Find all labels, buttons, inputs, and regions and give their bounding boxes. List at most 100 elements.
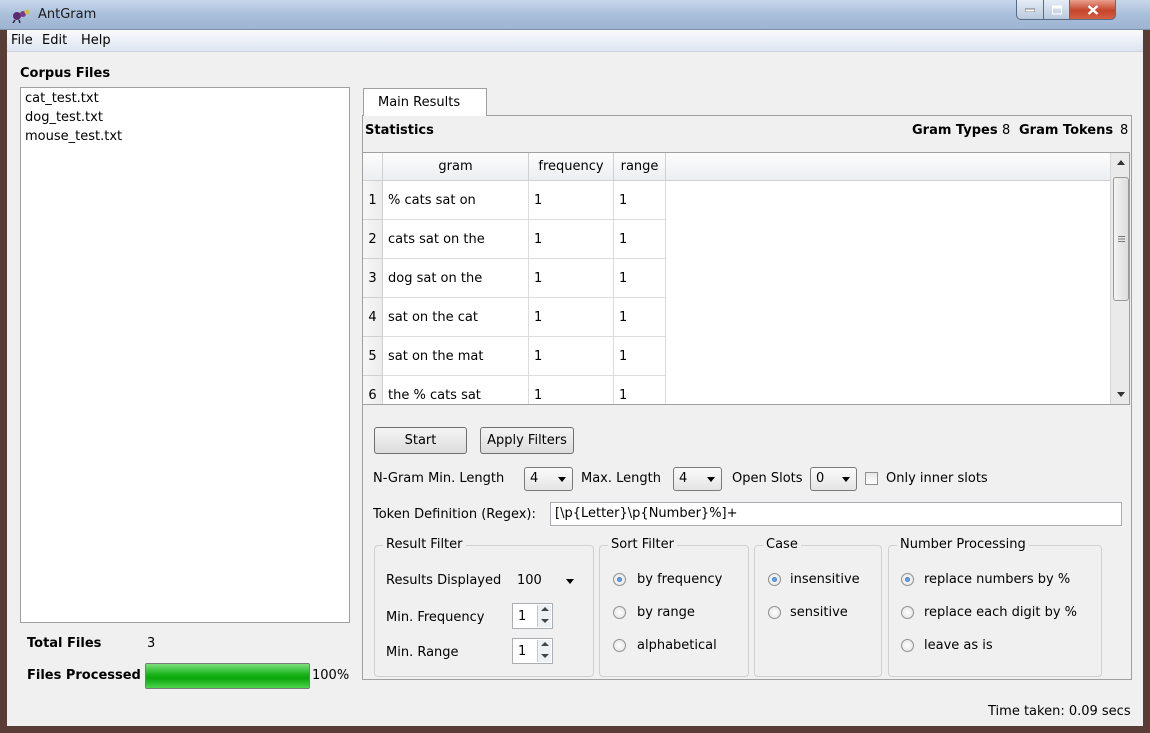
menu-bar: File Edit Help <box>7 30 1143 52</box>
cell-gram[interactable]: the % cats sat <box>383 376 529 404</box>
replace-numbers-label: replace numbers by % <box>924 572 1071 587</box>
cell-frequency[interactable]: 1 <box>529 259 614 298</box>
cell-frequency[interactable]: 1 <box>529 220 614 259</box>
open-slots-select[interactable]: 0 <box>810 467 857 491</box>
min-frequency-label: Min. Frequency <box>386 610 485 625</box>
menu-file[interactable]: File <box>11 33 33 48</box>
sort-alphabetical-radio[interactable] <box>613 639 626 652</box>
case-insensitive-radio[interactable] <box>768 573 781 586</box>
cell-gram[interactable]: cats sat on the <box>383 220 529 259</box>
results-displayed-select[interactable]: 100 <box>512 569 578 593</box>
scroll-down-icon[interactable] <box>1117 392 1125 397</box>
corpus-file-list[interactable]: cat_test.txt dog_test.txt mouse_test.txt <box>20 87 350 623</box>
start-button[interactable]: Start <box>374 427 467 454</box>
column-header-frequency[interactable]: frequency <box>529 153 614 181</box>
corpus-file-item[interactable]: dog_test.txt <box>25 110 103 125</box>
statistics-label: Statistics <box>365 123 434 138</box>
apply-filters-button[interactable]: Apply Filters <box>480 427 574 454</box>
cell-range[interactable]: 1 <box>614 220 666 259</box>
minimize-icon <box>1025 8 1035 12</box>
table-vertical-scrollbar[interactable] <box>1110 153 1129 404</box>
case-sensitive-label: sensitive <box>790 605 848 620</box>
result-filter-title: Result Filter <box>383 537 466 552</box>
close-button[interactable] <box>1069 0 1116 20</box>
case-insensitive-label: insensitive <box>790 572 860 587</box>
leave-as-is-radio[interactable] <box>901 639 914 652</box>
min-range-value: 1 <box>518 644 527 659</box>
table-corner <box>363 153 383 181</box>
cell-range[interactable]: 1 <box>614 337 666 376</box>
only-inner-slots-checkbox[interactable] <box>865 472 878 485</box>
row-number: 4 <box>363 298 383 337</box>
token-definition-input[interactable]: [\p{Letter}\p{Number}%]+ <box>550 502 1122 526</box>
app-window: AntGram File Edit Help Corpus Files cat_… <box>0 0 1150 733</box>
cell-gram[interactable]: % cats sat on <box>383 181 529 220</box>
cell-range[interactable]: 1 <box>614 376 666 404</box>
sort-by-frequency-label: by frequency <box>637 572 723 587</box>
cell-frequency[interactable]: 1 <box>529 337 614 376</box>
replace-each-digit-label: replace each digit by % <box>924 605 1078 620</box>
row-number: 3 <box>363 259 383 298</box>
cell-gram[interactable]: dog sat on the <box>383 259 529 298</box>
cell-frequency[interactable]: 1 <box>529 181 614 220</box>
cell-frequency[interactable]: 1 <box>529 298 614 337</box>
column-header-range[interactable]: range <box>614 153 666 181</box>
spinner-arrows-icon[interactable] <box>537 605 551 627</box>
menu-edit[interactable]: Edit <box>42 33 67 48</box>
row-number: 2 <box>363 220 383 259</box>
spinner-arrows-icon[interactable] <box>537 640 551 662</box>
chevron-down-icon <box>707 477 715 482</box>
title-bar[interactable]: AntGram <box>0 0 1150 30</box>
max-length-value: 4 <box>679 471 688 486</box>
case-title: Case <box>763 537 801 552</box>
results-displayed-value: 100 <box>517 573 542 588</box>
row-number: 5 <box>363 337 383 376</box>
cell-range[interactable]: 1 <box>614 259 666 298</box>
ngram-min-length-value: 4 <box>530 471 539 486</box>
open-slots-label: Open Slots <box>732 471 803 486</box>
corpus-files-heading: Corpus Files <box>20 66 111 81</box>
gram-tokens-label: Gram Tokens <box>1019 123 1114 138</box>
maximize-button[interactable] <box>1043 0 1070 20</box>
leave-as-is-label: leave as is <box>924 638 993 653</box>
results-table[interactable]: gram frequency range 1 % cats sat on 1 1… <box>362 152 1130 405</box>
ngram-min-length-label: N-Gram Min. Length <box>373 471 505 486</box>
corpus-file-item[interactable]: cat_test.txt <box>25 91 99 106</box>
token-definition-label: Token Definition (Regex): <box>373 507 536 522</box>
tab-main-results[interactable]: Main Results <box>363 88 487 116</box>
ngram-min-length-select[interactable]: 4 <box>524 467 573 491</box>
scrollbar-thumb[interactable] <box>1113 177 1129 301</box>
min-frequency-value: 1 <box>518 609 527 624</box>
chevron-down-icon <box>842 477 850 482</box>
case-sensitive-radio[interactable] <box>768 606 781 619</box>
cell-range[interactable]: 1 <box>614 181 666 220</box>
column-header-gram[interactable]: gram <box>383 153 529 181</box>
sort-by-range-radio[interactable] <box>613 606 626 619</box>
cell-gram[interactable]: sat on the mat <box>383 337 529 376</box>
menu-help[interactable]: Help <box>81 33 111 48</box>
column-header-filler <box>666 153 1110 181</box>
progress-percent-text: 100% <box>312 668 350 683</box>
min-range-label: Min. Range <box>386 645 459 660</box>
only-inner-slots-label: Only inner slots <box>886 471 988 486</box>
files-processed-label: Files Processed <box>27 668 141 683</box>
max-length-select[interactable]: 4 <box>673 467 722 491</box>
replace-numbers-radio[interactable] <box>901 573 914 586</box>
replace-each-digit-radio[interactable] <box>901 606 914 619</box>
cell-gram[interactable]: sat on the cat <box>383 298 529 337</box>
sort-by-frequency-radio[interactable] <box>613 573 626 586</box>
min-range-spinbox[interactable]: 1 <box>512 638 553 664</box>
gram-types-value: 8 <box>1002 123 1011 138</box>
ant-icon <box>12 9 30 23</box>
min-frequency-spinbox[interactable]: 1 <box>512 603 553 629</box>
scroll-up-icon[interactable] <box>1117 160 1125 165</box>
total-files-label: Total Files <box>27 636 102 651</box>
corpus-file-item[interactable]: mouse_test.txt <box>25 129 122 144</box>
max-length-label: Max. Length <box>581 471 661 486</box>
cell-range[interactable]: 1 <box>614 298 666 337</box>
window-title: AntGram <box>38 7 97 22</box>
row-number: 6 <box>363 376 383 404</box>
cell-frequency[interactable]: 1 <box>529 376 614 404</box>
close-icon <box>1087 4 1098 15</box>
minimize-button[interactable] <box>1016 0 1044 20</box>
